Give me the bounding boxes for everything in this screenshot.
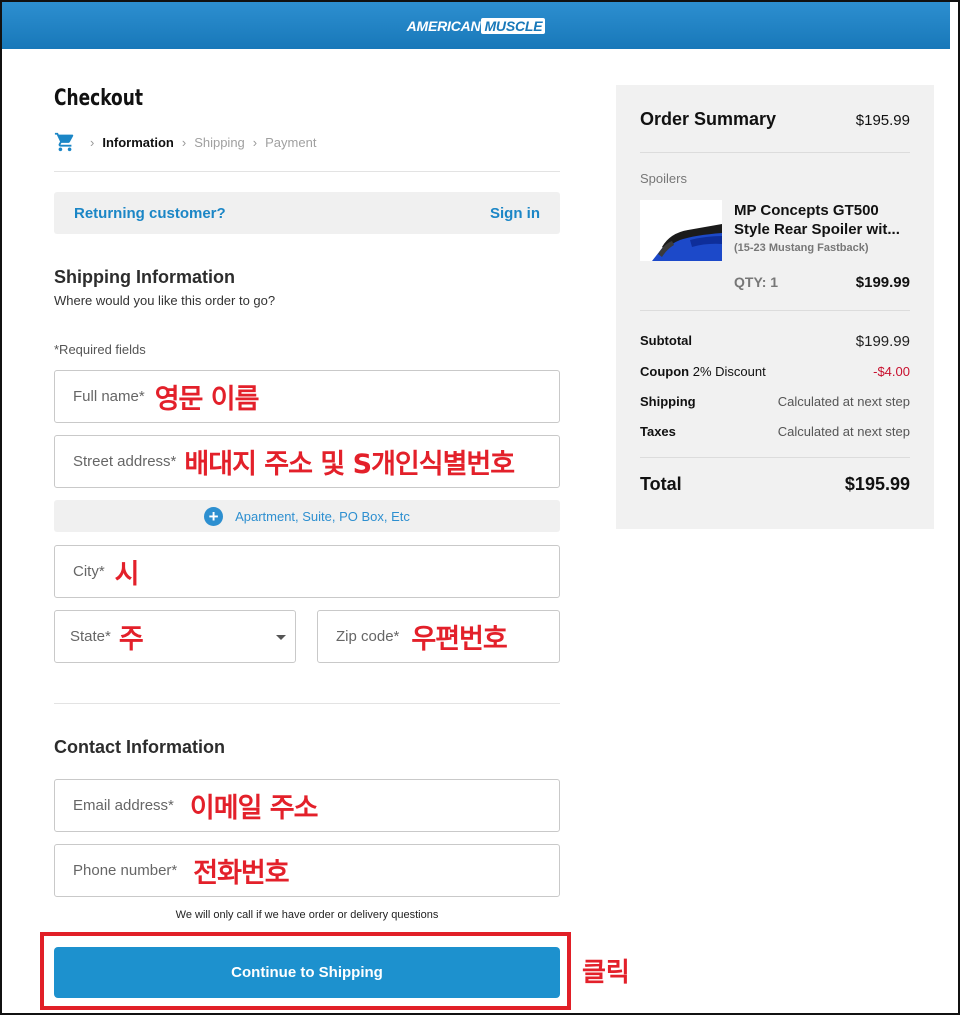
coupon-row: Coupon 2% Discount -$4.00 [640,364,910,379]
phone-placeholder: Phone number* [73,862,178,879]
divider [54,703,560,704]
shipping-info-subtitle: Where would you like this order to go? [54,293,276,308]
taxes-value: Calculated at next step [777,424,910,439]
taxes-label: Taxes [640,424,676,439]
taxes-row: Taxes Calculated at next step [640,424,910,439]
city-field[interactable]: City* 시 [54,545,560,598]
divider [640,457,910,458]
site-header: AMERICAN MUSCLE [2,2,950,49]
subtotal-row: Subtotal $199.99 [640,333,910,350]
chevron-right-icon: › [181,134,187,150]
contact-info-title: Contact Information [54,737,225,757]
product-qty: QTY: 1 [734,274,779,290]
product-price: $199.99 [855,274,910,291]
zip-code-field[interactable]: Zip code* 우편번호 [317,610,560,663]
returning-customer-bar: Returning customer? Sign in [54,192,560,234]
cart-icon[interactable] [54,131,76,153]
full-name-placeholder: Full name* [73,388,145,405]
zip-code-annotation: 우편번호 [411,624,507,655]
product-thumbnail[interactable] [640,200,722,261]
coupon-description: 2% Discount [692,364,766,379]
page-title: Checkout [54,86,144,111]
returning-customer-label: Returning customer? [74,204,226,222]
email-field[interactable]: Email address* 이메일 주소 [54,779,560,832]
shipping-info-title: Shipping Information [54,267,235,287]
street-address-field[interactable]: Street address* 배대지 주소 및 S개인식별번호 [54,435,560,488]
phone-field[interactable]: Phone number* 전화번호 [54,844,560,897]
click-annotation: 클릭 [582,958,630,988]
chevron-right-icon: › [252,134,258,150]
chevron-right-icon: › [90,134,95,150]
state-annotation: 주 [118,624,144,655]
logo-text-muscle: MUSCLE [481,17,546,34]
breadcrumb-information: Information [102,134,174,150]
coupon-label: Coupon [640,364,690,379]
breadcrumb: › Information › Shipping › Payment [54,131,316,153]
street-address-placeholder: Street address* [73,453,177,470]
product-category: Spoilers [640,171,687,186]
coupon-value: -$4.00 [873,364,910,379]
shipping-value: Calculated at next step [777,394,910,409]
order-summary-title: Order Summary [640,109,777,129]
breadcrumb-shipping: Shipping [194,134,245,150]
total-label: Total [640,474,682,494]
breadcrumb-payment: Payment [265,134,317,150]
order-summary-header-total: $195.99 [855,112,910,129]
full-name-field[interactable]: Full name* 영문 이름 [54,370,560,423]
full-name-annotation: 영문 이름 [154,384,260,415]
logo-text-american: AMERICAN [406,17,481,34]
subtotal-label: Subtotal [640,333,692,348]
product-name-line1[interactable]: MP Concepts GT500 [734,201,914,220]
state-select[interactable]: State* 주 [54,610,296,663]
caret-down-icon [276,635,286,640]
required-fields-note: *Required fields [54,342,146,357]
street-address-annotation: 배대지 주소 및 S개인식별번호 [184,449,515,480]
divider [54,171,560,172]
americanmuscle-logo[interactable]: AMERICAN MUSCLE [406,17,546,34]
continue-to-shipping-button[interactable]: Continue to Shipping [54,947,560,998]
plus-circle-icon: + [204,506,224,526]
product-name-line2[interactable]: Style Rear Spoiler wit... [734,220,914,239]
call-note: We will only call if we have order or de… [175,909,439,921]
city-placeholder: City* [73,563,105,580]
email-annotation: 이메일 주소 [189,793,319,824]
total-value: $195.99 [844,474,910,494]
add-apartment-label: Apartment, Suite, PO Box, Etc [235,508,410,524]
subtotal-value: $199.99 [855,333,910,350]
total-row: Total $195.99 [640,474,910,495]
email-placeholder: Email address* [73,797,174,814]
sign-in-link[interactable]: Sign in [490,205,540,222]
divider [640,152,910,153]
phone-annotation: 전화번호 [193,858,289,889]
add-apartment-button[interactable]: + Apartment, Suite, PO Box, Etc [54,500,560,532]
state-placeholder: State* [70,628,111,645]
zip-code-placeholder: Zip code* [336,628,400,645]
product-fitment: (15-23 Mustang Fastback) [734,242,869,254]
order-summary-panel: Order Summary $195.99 Spoilers MP Concep… [616,85,934,529]
city-annotation: 시 [114,559,140,590]
shipping-label: Shipping [640,394,696,409]
shipping-row: Shipping Calculated at next step [640,394,910,409]
divider [640,310,910,311]
